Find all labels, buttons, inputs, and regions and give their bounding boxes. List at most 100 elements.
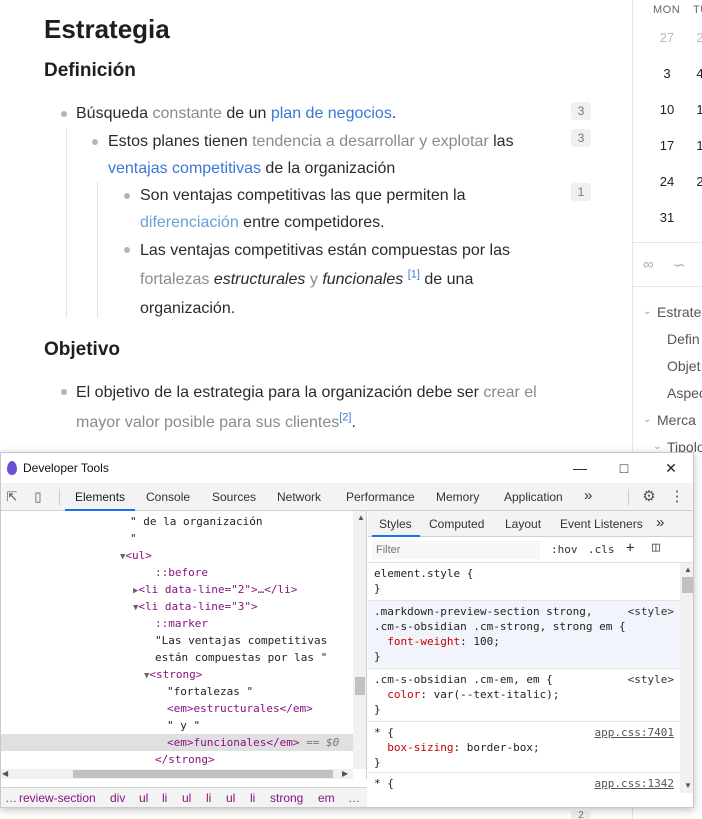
breadcrumb-item[interactable]: review-section (19, 788, 96, 807)
tab-layout[interactable]: Layout (505, 517, 541, 531)
scroll-down-icon[interactable]: ▼ (684, 781, 692, 790)
hov-toggle[interactable]: :hov (551, 543, 578, 556)
calendar-day[interactable]: 2 (685, 174, 702, 189)
breadcrumb-item[interactable]: strong (270, 788, 303, 807)
inspect-element-icon[interactable]: ⇱ (3, 488, 21, 506)
unlink-icon[interactable]: ∽ (673, 256, 691, 274)
calendar-day[interactable]: 1 (685, 102, 702, 117)
dom-node[interactable]: ▼<strong> (1, 666, 353, 683)
calendar-day[interactable]: 3 (652, 66, 682, 81)
internal-link[interactable]: ventajas competitivas (108, 160, 261, 177)
calendar-day[interactable]: 4 (685, 66, 702, 81)
style-rule[interactable]: element.style { } (368, 563, 680, 601)
style-rule[interactable]: app.css:1342 * { (368, 773, 680, 807)
dom-node[interactable]: " y " (1, 717, 353, 734)
chevron-down-icon[interactable]: ⌄ (643, 414, 651, 425)
internal-link[interactable]: diferenciación (140, 214, 239, 231)
dom-node[interactable]: " (1, 530, 353, 547)
kebab-menu-icon[interactable]: ⋮ (668, 488, 686, 506)
style-rule[interactable]: <style> .markdown-preview-section strong,… (368, 601, 680, 669)
add-rule-icon[interactable]: + (626, 540, 634, 556)
calendar-day[interactable]: 1 (685, 138, 702, 153)
maximize-button[interactable]: □ (609, 457, 639, 479)
calendar-day[interactable]: 31 (652, 210, 682, 225)
footnote-ref[interactable]: [1] (408, 269, 420, 281)
tab-performance[interactable]: Performance (346, 490, 415, 504)
breadcrumb-item[interactable]: li (206, 788, 211, 807)
calendar-day[interactable]: 10 (652, 102, 682, 117)
breadcrumb-item[interactable]: ul (226, 788, 235, 807)
toggle-sidebar-icon[interactable]: ◫ (652, 540, 660, 555)
tab-console[interactable]: Console (146, 490, 190, 504)
backlink-count[interactable]: 1 (571, 183, 591, 201)
rule-source[interactable]: <style> (628, 604, 674, 619)
style-rule[interactable]: app.css:7401 * { box-sizing: border-box; … (368, 722, 680, 773)
list-item[interactable]: El objetivo de la estrategia para la org… (76, 378, 576, 438)
expand-triangle-icon[interactable]: ▼ (1, 552, 125, 562)
list-item[interactable]: Son ventajas competitivas las que permit… (140, 182, 560, 236)
dom-tree[interactable]: " de la organización " ▼<ul> ::before ▶<… (1, 511, 367, 779)
tab-event-listeners[interactable]: Event Listeners (560, 517, 643, 531)
filter-input[interactable] (372, 541, 540, 559)
list-item[interactable]: Estos planes tienen tendencia a desarrol… (108, 128, 548, 182)
list-item[interactable]: Las ventajas competitivas están compuest… (140, 236, 560, 323)
style-rule[interactable]: <style> .cm-s-obsidian .cm-em, em { color… (368, 669, 680, 722)
scroll-left-icon[interactable]: ◀ (2, 769, 8, 778)
tab-styles[interactable]: Styles (379, 517, 412, 531)
list-item[interactable]: Búsqueda constante de un plan de negocio… (76, 100, 576, 127)
collapse-triangle-icon[interactable]: ▶ (1, 586, 138, 596)
dom-node[interactable]: <em>estructurales</em> (1, 700, 353, 717)
backlink-count[interactable]: 3 (571, 129, 591, 147)
minimize-button[interactable]: — (565, 457, 595, 479)
more-tabs-button[interactable]: » (584, 487, 592, 504)
dom-node[interactable]: ▼<li data-line="3"> (1, 598, 353, 615)
tab-elements[interactable]: Elements (75, 490, 125, 504)
breadcrumb-item[interactable]: ul (182, 788, 191, 807)
breadcrumb-item[interactable]: em (318, 788, 335, 807)
close-button[interactable]: ✕ (656, 457, 686, 479)
cls-toggle[interactable]: .cls (588, 543, 615, 556)
device-toolbar-icon[interactable]: ▯ (29, 488, 47, 506)
tab-sources[interactable]: Sources (212, 490, 256, 504)
dom-node[interactable]: " de la organización (1, 513, 353, 530)
more-tabs-button[interactable]: » (656, 514, 664, 531)
outline-item[interactable]: Objet (667, 358, 700, 374)
scrollbar-thumb[interactable] (682, 577, 693, 593)
expand-triangle-icon[interactable]: ▼ (1, 671, 149, 681)
internal-link[interactable]: plan de negocios (271, 105, 392, 122)
rule-source[interactable]: <style> (628, 672, 674, 687)
backlink-count[interactable]: 3 (571, 102, 591, 120)
outline-item[interactable]: Defin (667, 331, 700, 347)
footnote-ref[interactable]: [2] (339, 412, 351, 424)
calendar-day[interactable]: 2 (685, 30, 702, 45)
breadcrumb-item[interactable]: div (110, 788, 125, 807)
backlink-count[interactable]: 2 (571, 811, 591, 819)
dom-node-selected[interactable]: <em>funcionales</em> == $0 (1, 734, 353, 751)
scrollbar-thumb[interactable] (355, 677, 365, 695)
dom-node[interactable]: ::marker (1, 615, 353, 632)
vertical-scrollbar[interactable] (353, 511, 366, 769)
tab-memory[interactable]: Memory (436, 490, 479, 504)
outline-item[interactable]: Merca (657, 412, 696, 428)
dom-node[interactable]: "Las ventajas competitivas (1, 632, 353, 649)
chevron-down-icon[interactable]: ⌄ (643, 306, 651, 317)
dom-node[interactable]: ::before (1, 564, 353, 581)
outline-item[interactable]: Estrate (657, 304, 701, 320)
scrollbar-thumb[interactable] (73, 770, 333, 778)
breadcrumb-item[interactable]: … (348, 788, 360, 807)
chevron-down-icon[interactable]: ⌄ (653, 441, 661, 452)
breadcrumb-item[interactable]: li (162, 788, 167, 807)
vertical-scrollbar[interactable]: ▲ ▼ (680, 563, 693, 793)
tab-computed[interactable]: Computed (429, 517, 484, 531)
scroll-right-icon[interactable]: ▶ (342, 769, 348, 778)
scroll-up-icon[interactable]: ▲ (684, 565, 692, 574)
breadcrumb-item[interactable]: li (250, 788, 255, 807)
gear-icon[interactable]: ⚙ (640, 488, 658, 506)
dom-node[interactable]: ▶<li data-line="2">…</li> (1, 581, 353, 598)
tab-network[interactable]: Network (277, 490, 321, 504)
rule-source-link[interactable]: app.css:1342 (595, 776, 674, 791)
outline-item[interactable]: Aspec (667, 385, 702, 401)
tab-application[interactable]: Application (504, 490, 563, 504)
calendar-day[interactable]: 17 (652, 138, 682, 153)
links-icon[interactable]: ∞ (643, 256, 661, 274)
